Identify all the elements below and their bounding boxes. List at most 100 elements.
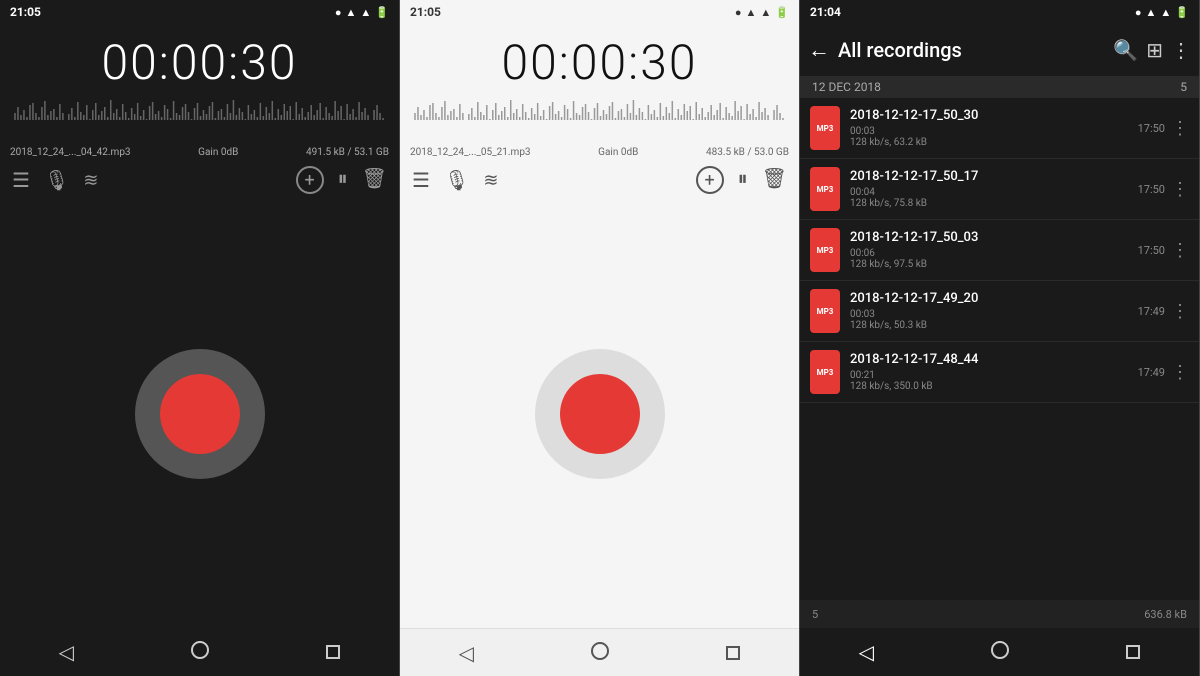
status-time-2: 21:05 (410, 5, 441, 19)
wave-icon-1[interactable]: ≋ (83, 170, 98, 191)
rec-meta: 128 kb/s, 97.5 kB (850, 259, 1138, 270)
home-nav-2[interactable] (591, 641, 609, 665)
rec-info: 2018-12-12-17_49_20 00:03 128 kb/s, 50.3… (850, 291, 1138, 331)
rec-name: 2018-12-12-17_49_20 (850, 291, 1138, 306)
rec-time: 17:50 (1138, 183, 1165, 196)
record-area-2 (400, 200, 799, 628)
footer-count: 5 (812, 608, 818, 621)
grid-icon-3[interactable]: ⊞ (1146, 38, 1163, 62)
footer-bar: 5 636.8 kB (800, 600, 1199, 628)
back-nav-1[interactable]: ◁ (59, 640, 74, 664)
list-item[interactable]: MP3 2018-12-12-17_50_03 00:06 128 kb/s, … (800, 220, 1199, 281)
rec-meta: 128 kb/s, 350.0 kB (850, 381, 1138, 392)
rec-name: 2018-12-12-17_48_44 (850, 352, 1138, 367)
rec-name: 2018-12-12-17_50_17 (850, 169, 1138, 184)
battery-icon: 🔋 (375, 6, 389, 19)
info-bar-1: 2018_12_24_..._04_42.mp3 Gain 0dB 491.5 … (0, 145, 399, 160)
stop-nav-1[interactable] (326, 640, 340, 664)
rec-time: 17:49 (1138, 305, 1165, 318)
mic-icon-1[interactable]: 🎙 (44, 168, 69, 192)
delete-icon-1[interactable]: 🗑 (362, 166, 387, 194)
panel-recorder-dark: 21:05 ● ▲ ▲ 🔋 00:00:30 (0, 0, 400, 676)
status-bar-3: 21:04 ● ▲ ▲ 🔋 (800, 0, 1199, 24)
recordings-list: MP3 2018-12-12-17_50_30 00:03 128 kb/s, … (800, 98, 1199, 600)
gain-2: Gain 0dB (598, 147, 638, 158)
timer-display-2: 00:00:30 (400, 24, 799, 95)
back-button-3[interactable]: ← (808, 37, 830, 63)
pause-icon-2[interactable]: ⏸ (738, 166, 748, 194)
wave-icon-2[interactable]: ≋ (483, 170, 498, 191)
nav-bar-2: ◁ (400, 628, 799, 676)
mic-icon-2[interactable]: 🎙 (444, 168, 469, 192)
waveform-2 (400, 95, 799, 145)
rec-dot-icon-3: ● (1135, 6, 1142, 19)
home-nav-3[interactable] (991, 640, 1009, 664)
pause-icon-1[interactable]: ⏸ (338, 166, 348, 194)
stop-nav-2[interactable] (726, 641, 740, 665)
list-item[interactable]: MP3 2018-12-12-17_50_30 00:03 128 kb/s, … (800, 98, 1199, 159)
rec-name: 2018-12-12-17_50_03 (850, 230, 1138, 245)
more-options-icon[interactable]: ⋮ (1171, 240, 1189, 261)
mp3-badge: MP3 (810, 167, 840, 211)
status-icons-3: ● ▲ ▲ 🔋 (1135, 6, 1189, 19)
list-icon-2[interactable]: ☰ (412, 168, 430, 192)
rec-duration: 00:03 (850, 126, 1138, 137)
toolbar-right-1: + ⏸ 🗑 (296, 166, 387, 194)
wifi-icon: ▲ (346, 6, 357, 19)
toolbar-2: ☰ 🎙 ≋ + ⏸ 🗑 (400, 160, 799, 200)
rec-info: 2018-12-12-17_50_17 00:04 128 kb/s, 75.8… (850, 169, 1138, 209)
rec-duration: 00:06 (850, 248, 1138, 259)
battery-icon-3: 🔋 (1175, 6, 1189, 19)
more-options-icon[interactable]: ⋮ (1171, 118, 1189, 139)
timer-display-1: 00:00:30 (0, 24, 399, 95)
add-icon-1[interactable]: + (296, 166, 324, 194)
mp3-badge: MP3 (810, 106, 840, 150)
home-nav-1[interactable] (191, 641, 209, 663)
wifi-icon-2: ▲ (746, 6, 757, 19)
back-nav-3[interactable]: ◁ (859, 640, 874, 664)
rec-meta: 128 kb/s, 63.2 kB (850, 137, 1138, 148)
more-options-icon[interactable]: ⋮ (1171, 362, 1189, 383)
stop-nav-3[interactable] (1126, 640, 1140, 664)
rec-name: 2018-12-12-17_50_30 (850, 108, 1138, 123)
list-icon-1[interactable]: ☰ (12, 168, 30, 192)
panel-recorder-light: 21:05 ● ▲ ▲ 🔋 00:00:30 (400, 0, 800, 676)
rec-duration: 00:21 (850, 370, 1138, 381)
panel-recordings-list: 21:04 ● ▲ ▲ 🔋 ← All recordings 🔍 ⊞ ⋮ 12 … (800, 0, 1200, 676)
size-2: 483.5 kB / 53.0 GB (706, 147, 789, 158)
more-options-icon[interactable]: ⋮ (1171, 301, 1189, 322)
more-options-icon[interactable]: ⋮ (1171, 179, 1189, 200)
record-button-2[interactable] (535, 349, 665, 479)
add-icon-2[interactable]: + (696, 166, 724, 194)
rec-duration: 00:04 (850, 187, 1138, 198)
rec-info: 2018-12-12-17_50_30 00:03 128 kb/s, 63.2… (850, 108, 1138, 148)
list-item[interactable]: MP3 2018-12-12-17_48_44 00:21 128 kb/s, … (800, 342, 1199, 403)
list-item[interactable]: MP3 2018-12-12-17_50_17 00:04 128 kb/s, … (800, 159, 1199, 220)
mp3-badge: MP3 (810, 350, 840, 394)
mp3-badge: MP3 (810, 289, 840, 333)
status-icons-1: ● ▲ ▲ 🔋 (335, 6, 389, 19)
status-time-3: 21:04 (810, 5, 841, 19)
battery-icon-2: 🔋 (775, 6, 789, 19)
signal-icon-2: ▲ (760, 6, 771, 19)
status-icons-2: ● ▲ ▲ 🔋 (735, 6, 789, 19)
rec-time: 17:50 (1138, 244, 1165, 257)
list-item[interactable]: MP3 2018-12-12-17_49_20 00:03 128 kb/s, … (800, 281, 1199, 342)
filename-1: 2018_12_24_..._04_42.mp3 (10, 147, 131, 158)
delete-icon-2[interactable]: 🗑 (762, 166, 787, 194)
filename-2: 2018_12_24_..._05_21.mp3 (410, 147, 531, 158)
search-icon-3[interactable]: 🔍 (1113, 38, 1138, 62)
rec-duration: 00:03 (850, 309, 1138, 320)
back-nav-2[interactable]: ◁ (459, 641, 474, 665)
date-header: 12 DEC 2018 5 (800, 76, 1199, 98)
more-icon-3[interactable]: ⋮ (1171, 38, 1191, 62)
page-title-3: All recordings (838, 38, 1105, 62)
toolbar-right-2: + ⏸ 🗑 (696, 166, 787, 194)
recordings-header: ← All recordings 🔍 ⊞ ⋮ (800, 24, 1199, 76)
rec-meta: 128 kb/s, 75.8 kB (850, 198, 1138, 209)
rec-dot-icon: ● (335, 6, 342, 19)
date-count: 5 (1180, 80, 1187, 94)
record-button-1[interactable] (135, 349, 265, 479)
status-bar-2: 21:05 ● ▲ ▲ 🔋 (400, 0, 799, 24)
mp3-badge: MP3 (810, 228, 840, 272)
